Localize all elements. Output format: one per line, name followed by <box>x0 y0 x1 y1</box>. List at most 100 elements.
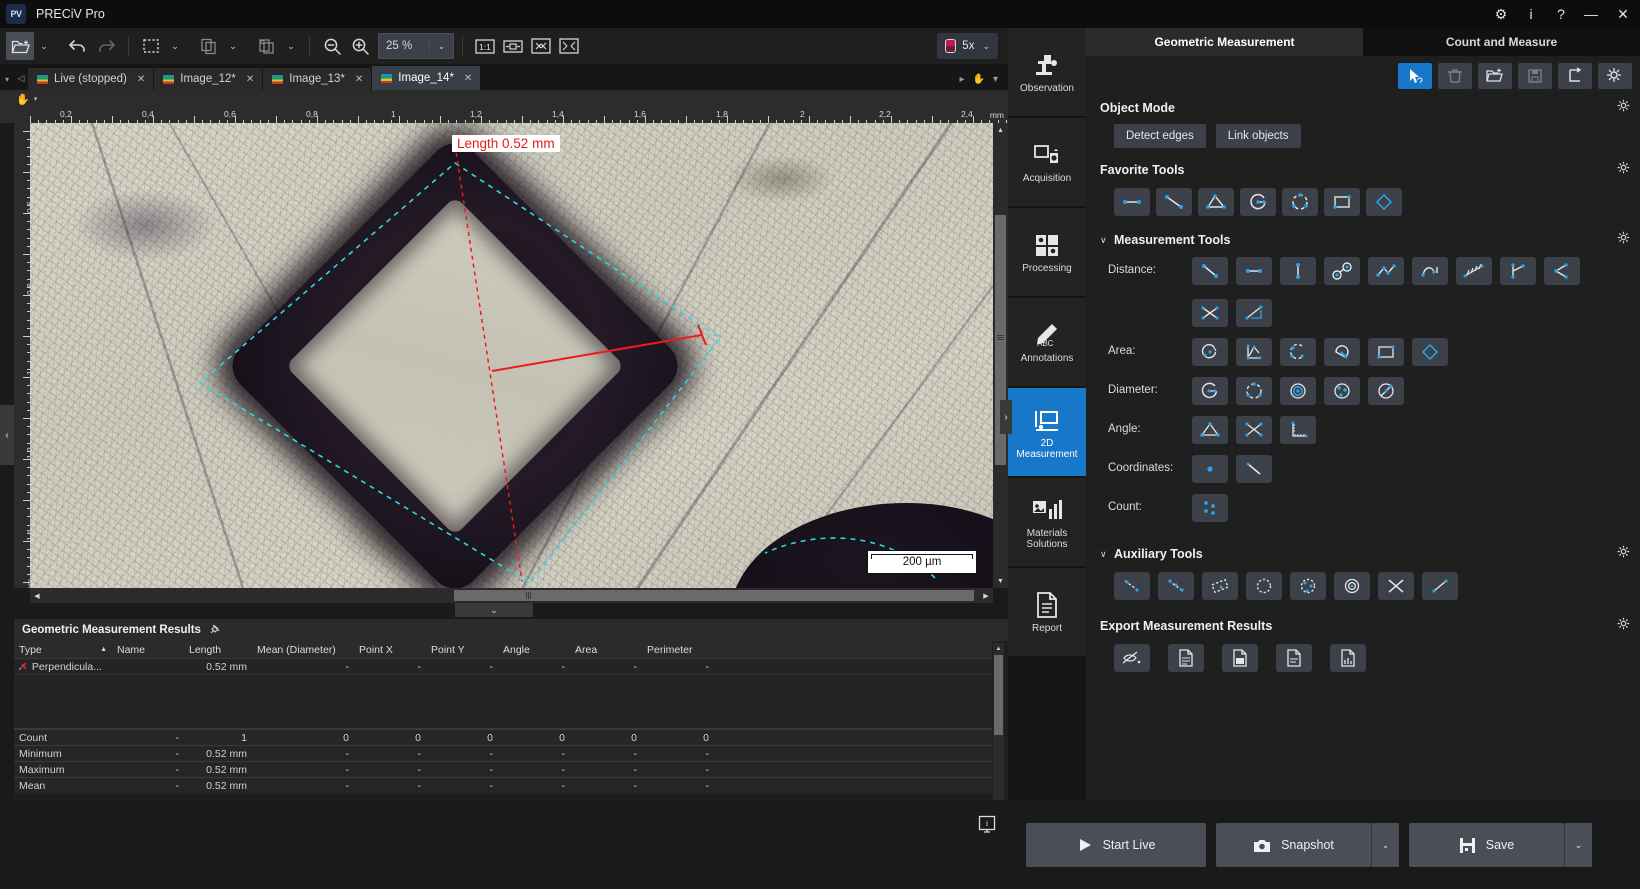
aux-segment-icon[interactable] <box>1422 572 1458 600</box>
three-point-angle-icon[interactable] <box>1192 416 1228 444</box>
aux-circle-icon[interactable] <box>1246 572 1282 600</box>
document-tab-image-14[interactable]: Image_14* ✕ <box>372 66 481 90</box>
circle-radius-icon[interactable] <box>1240 188 1276 216</box>
column-header-type[interactable]: Type ▲ <box>14 641 112 659</box>
multi-parallel-icon[interactable] <box>1456 257 1492 285</box>
rail-expander-button[interactable]: › <box>1000 400 1012 434</box>
undo-icon[interactable] <box>64 32 92 60</box>
tab-scroll-left-icon[interactable]: ◁ <box>14 73 28 90</box>
aux-line-icon[interactable] <box>1114 572 1150 600</box>
chevron-down-icon[interactable]: ⌄ <box>429 41 453 52</box>
export-report-icon[interactable] <box>1330 644 1366 672</box>
measurement-settings-tool[interactable] <box>1598 63 1632 89</box>
copy-icon[interactable] <box>195 32 223 60</box>
start-live-button[interactable]: Start Live <box>1026 823 1206 867</box>
scrollbar-grip[interactable] <box>526 592 532 599</box>
tab-count-and-measure[interactable]: Count and Measure <box>1363 28 1640 56</box>
gear-icon[interactable] <box>1617 99 1630 117</box>
measurement-tools-header[interactable]: ∨ Measurement Tools <box>1086 228 1640 252</box>
sidebar-item-observation[interactable]: Observation <box>1008 28 1086 116</box>
save-dropdown-caret[interactable]: ⌄ <box>1564 823 1592 867</box>
select-pointer-tool[interactable] <box>1398 63 1432 89</box>
ellipse-icon[interactable] <box>1368 377 1404 405</box>
canvas-horizontal-scrollbar[interactable]: ◀ ▶ <box>30 588 993 603</box>
arc-area-icon[interactable] <box>1280 338 1316 366</box>
chevron-down-icon[interactable]: ▾ <box>993 74 998 85</box>
circle-diameter-icon[interactable] <box>1192 377 1228 405</box>
pin-icon[interactable] <box>209 623 221 638</box>
aux-cross-icon[interactable] <box>1378 572 1414 600</box>
info-icon[interactable]: i <box>1516 0 1546 28</box>
scrollbar-thumb[interactable] <box>454 590 974 601</box>
line-to-line-icon[interactable] <box>1192 299 1228 327</box>
aux-arc-circle-icon[interactable] <box>1290 572 1326 600</box>
chevron-down-icon[interactable]: ▾ <box>34 95 38 103</box>
paste-group[interactable]: ⌄ <box>253 32 301 60</box>
tab-dropdown-icon[interactable]: ▾ <box>0 75 14 90</box>
aux-polyline-icon[interactable] <box>1158 572 1194 600</box>
paste-caret[interactable]: ⌄ <box>281 32 301 60</box>
open-folder-icon[interactable] <box>6 32 34 60</box>
help-icon[interactable]: ? <box>1546 0 1576 28</box>
zoom-100-button[interactable]: 1:1 <box>471 32 499 60</box>
column-header-point-x[interactable]: Point X <box>354 641 426 659</box>
info-monitor-icon[interactable]: i <box>976 813 998 835</box>
four-point-angle-icon[interactable] <box>1236 416 1272 444</box>
rectangle-area-icon[interactable] <box>1368 338 1404 366</box>
pan-hand-icon[interactable]: ✋ <box>973 74 985 85</box>
diamond-area-icon[interactable] <box>1412 338 1448 366</box>
calibration-tool[interactable] <box>1558 63 1592 89</box>
scroll-left-icon[interactable]: ◀ <box>30 588 44 603</box>
zoom-in-icon[interactable] <box>346 32 374 60</box>
column-header-perimeter[interactable]: Perimeter <box>642 641 714 659</box>
sidebar-item-processing[interactable]: Processing <box>1008 208 1086 296</box>
two-point-line-icon[interactable] <box>1192 257 1228 285</box>
three-point-circle-icon[interactable] <box>1236 377 1272 405</box>
gear-icon[interactable] <box>1617 617 1630 635</box>
column-header-name[interactable]: Name <box>112 641 184 659</box>
close-icon[interactable]: ✕ <box>464 73 472 84</box>
delete-measurement-tool[interactable] <box>1438 63 1472 89</box>
paste-icon[interactable] <box>253 32 281 60</box>
circle-area-icon[interactable] <box>1192 338 1228 366</box>
inner-outer-circle-icon[interactable] <box>1324 377 1360 405</box>
gear-icon[interactable] <box>1617 161 1630 179</box>
column-header-mean-diameter[interactable]: Mean (Diameter) <box>252 641 354 659</box>
horizontal-splitter-handle[interactable]: ⌄ <box>455 603 533 617</box>
sidebar-item-2d-measurement[interactable]: 2D Measurement <box>1008 388 1086 476</box>
zoom-out-icon[interactable] <box>318 32 346 60</box>
save-split-button[interactable]: Save ⌄ <box>1409 823 1592 867</box>
save-measurement-tool[interactable] <box>1518 63 1552 89</box>
snapshot-dropdown-caret[interactable]: ⌄ <box>1371 823 1399 867</box>
scrollbar-grip[interactable] <box>997 335 1004 341</box>
scroll-up-icon[interactable]: ▲ <box>993 123 1008 137</box>
curve-length-icon[interactable] <box>1412 257 1448 285</box>
count-points-icon[interactable] <box>1192 494 1228 522</box>
sidebar-item-materials-solutions[interactable]: Materials Solutions <box>1008 478 1086 566</box>
auxiliary-tools-header[interactable]: ∨ Auxiliary Tools <box>1086 542 1640 566</box>
close-icon[interactable]: ✕ <box>137 74 145 85</box>
copy-group[interactable]: ⌄ <box>195 32 243 60</box>
load-measurement-tool[interactable] <box>1478 63 1512 89</box>
minimize-icon[interactable]: — <box>1576 0 1606 28</box>
open-file-group[interactable]: ⌄ <box>6 32 54 60</box>
column-header-point-y[interactable]: Point Y <box>426 641 498 659</box>
image-canvas[interactable]: Length 0.52 mm 200 µm <box>30 123 993 588</box>
horizontal-distance-icon[interactable] <box>1114 188 1150 216</box>
scroll-down-icon[interactable]: ▼ <box>993 574 1008 588</box>
left-panel-collapse-button[interactable]: ‹ <box>0 405 14 465</box>
column-header-angle[interactable]: Angle <box>498 641 570 659</box>
chevron-down-icon[interactable]: ⌄ <box>982 41 990 52</box>
scroll-up-icon[interactable]: ▲ <box>993 643 1004 654</box>
concentric-circle-icon[interactable] <box>1280 377 1316 405</box>
link-objects-button[interactable]: Link objects <box>1216 124 1301 148</box>
freehand-area-icon[interactable] <box>1324 338 1360 366</box>
perpendicular-icon[interactable] <box>1236 299 1272 327</box>
copy-caret[interactable]: ⌄ <box>223 32 243 60</box>
export-excel-icon[interactable] <box>1222 644 1258 672</box>
horizontal-distance-icon[interactable] <box>1236 257 1272 285</box>
arc-circle-icon[interactable] <box>1282 188 1318 216</box>
marquee-select-icon[interactable] <box>137 32 165 60</box>
parallel-lines-icon[interactable] <box>1544 257 1580 285</box>
rectangle-icon[interactable] <box>1324 188 1360 216</box>
